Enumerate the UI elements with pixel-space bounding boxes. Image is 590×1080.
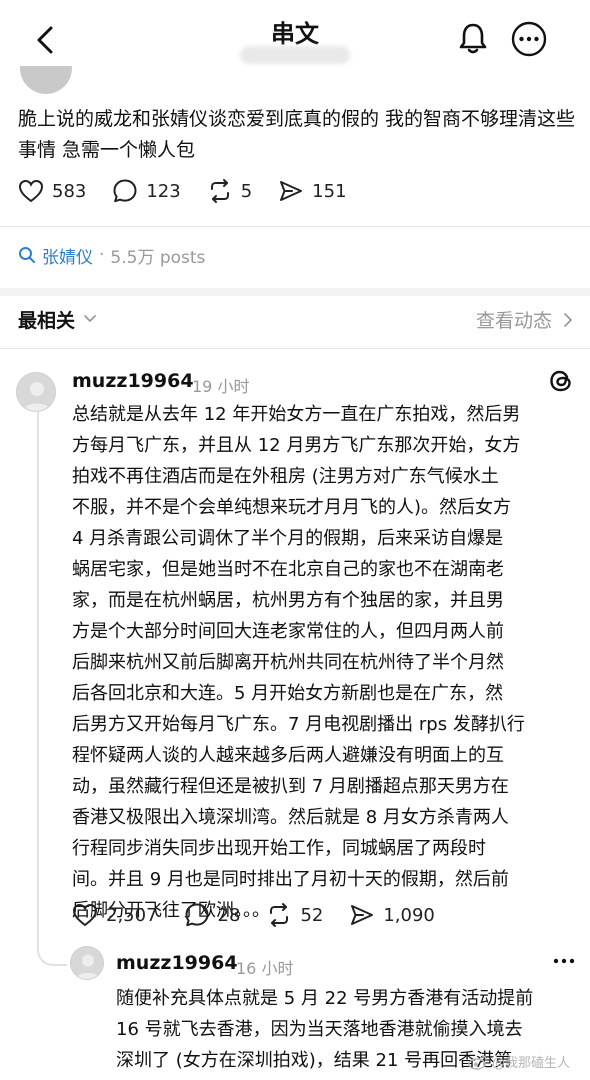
topic-tag-row[interactable]: 张婧仪 · 5.5万 posts: [18, 242, 205, 268]
default-avatar-icon: [23, 382, 51, 411]
thread-line: [37, 410, 39, 950]
default-avatar-icon: [76, 954, 100, 979]
chevron-right-icon[interactable]: [562, 312, 574, 328]
weibo-logo-icon: [468, 1054, 487, 1070]
sort-dropdown[interactable]: 最相关: [18, 306, 75, 333]
comment-repost-count: 52: [300, 904, 324, 926]
divider: [0, 348, 590, 349]
send-icon: [351, 905, 374, 925]
comment-button[interactable]: 123: [112, 178, 181, 204]
repost-count: 5: [240, 180, 253, 202]
comment-share-count: 1,090: [383, 904, 435, 926]
more-options-icon[interactable]: [510, 20, 548, 58]
repost-icon: [270, 903, 289, 927]
reply-avatar[interactable]: [70, 946, 104, 980]
blurred-subtitle: [240, 46, 350, 64]
topic-post-count: 5.5万 posts: [110, 247, 206, 268]
post-text: 脆上说的威龙和张婧仪谈恋爱到底真的假的 我的智商不够理清这些事情 急需一个懒人包: [18, 108, 576, 161]
divider: [0, 226, 590, 227]
comment-timestamp: 19 小时: [192, 377, 250, 396]
notification-bell-icon[interactable]: [455, 20, 491, 56]
threads-logo-icon: [550, 370, 571, 392]
comment-username[interactable]: muzz19964: [72, 370, 194, 392]
comment-repost-button[interactable]: 52: [266, 902, 323, 928]
view-activity-link[interactable]: 查看动态: [476, 306, 552, 333]
watermark-text: @我那磕生人: [492, 1056, 571, 1071]
repost-icon: [210, 179, 229, 203]
reply-username[interactable]: muzz19964: [116, 952, 238, 974]
top-bar: 串文: [0, 0, 590, 80]
comment-bubble-icon: [113, 179, 137, 203]
like-count: 583: [52, 180, 87, 202]
comment-reply-button[interactable]: 28: [184, 902, 241, 928]
heart-icon: [72, 903, 98, 927]
thread-connector: [37, 940, 67, 966]
comment-count: 123: [146, 180, 181, 202]
comment-bubble-icon: [185, 903, 209, 927]
comment-actions: 2,507 28 52 1,090: [72, 900, 461, 930]
separator-dot: ·: [99, 245, 105, 265]
share-count: 151: [312, 180, 347, 202]
watermark: @我那磕生人: [468, 1052, 570, 1071]
sort-row: 最相关 查看动态: [18, 306, 574, 334]
heart-icon: [18, 179, 44, 203]
comment-like-button[interactable]: 2,507: [72, 903, 158, 927]
more-horizontal-icon[interactable]: [552, 956, 576, 966]
topic-tag-name[interactable]: 张婧仪: [42, 243, 93, 268]
author-avatar[interactable]: [20, 66, 72, 94]
chevron-down-icon[interactable]: [82, 312, 98, 326]
like-button[interactable]: 583: [18, 179, 86, 203]
comment-like-count: 2,507: [106, 904, 158, 926]
repost-button[interactable]: 5: [207, 178, 252, 204]
send-icon: [280, 181, 303, 201]
share-button[interactable]: 151: [278, 178, 347, 204]
page-title: 串文: [271, 20, 319, 48]
search-icon: [19, 247, 35, 263]
comment-text: 总结就是从去年 12 年开始女方一直在广东拍戏，然后男 方每月飞广东，并且从 1…: [72, 404, 525, 921]
section-divider: [0, 288, 590, 296]
comment-share-button[interactable]: 1,090: [349, 902, 435, 928]
reply-timestamp: 16 小时: [236, 959, 294, 978]
post-actions: 583 123 5 151: [18, 176, 373, 206]
comment-avatar[interactable]: [16, 372, 56, 412]
comment-reply-count: 28: [217, 904, 241, 926]
